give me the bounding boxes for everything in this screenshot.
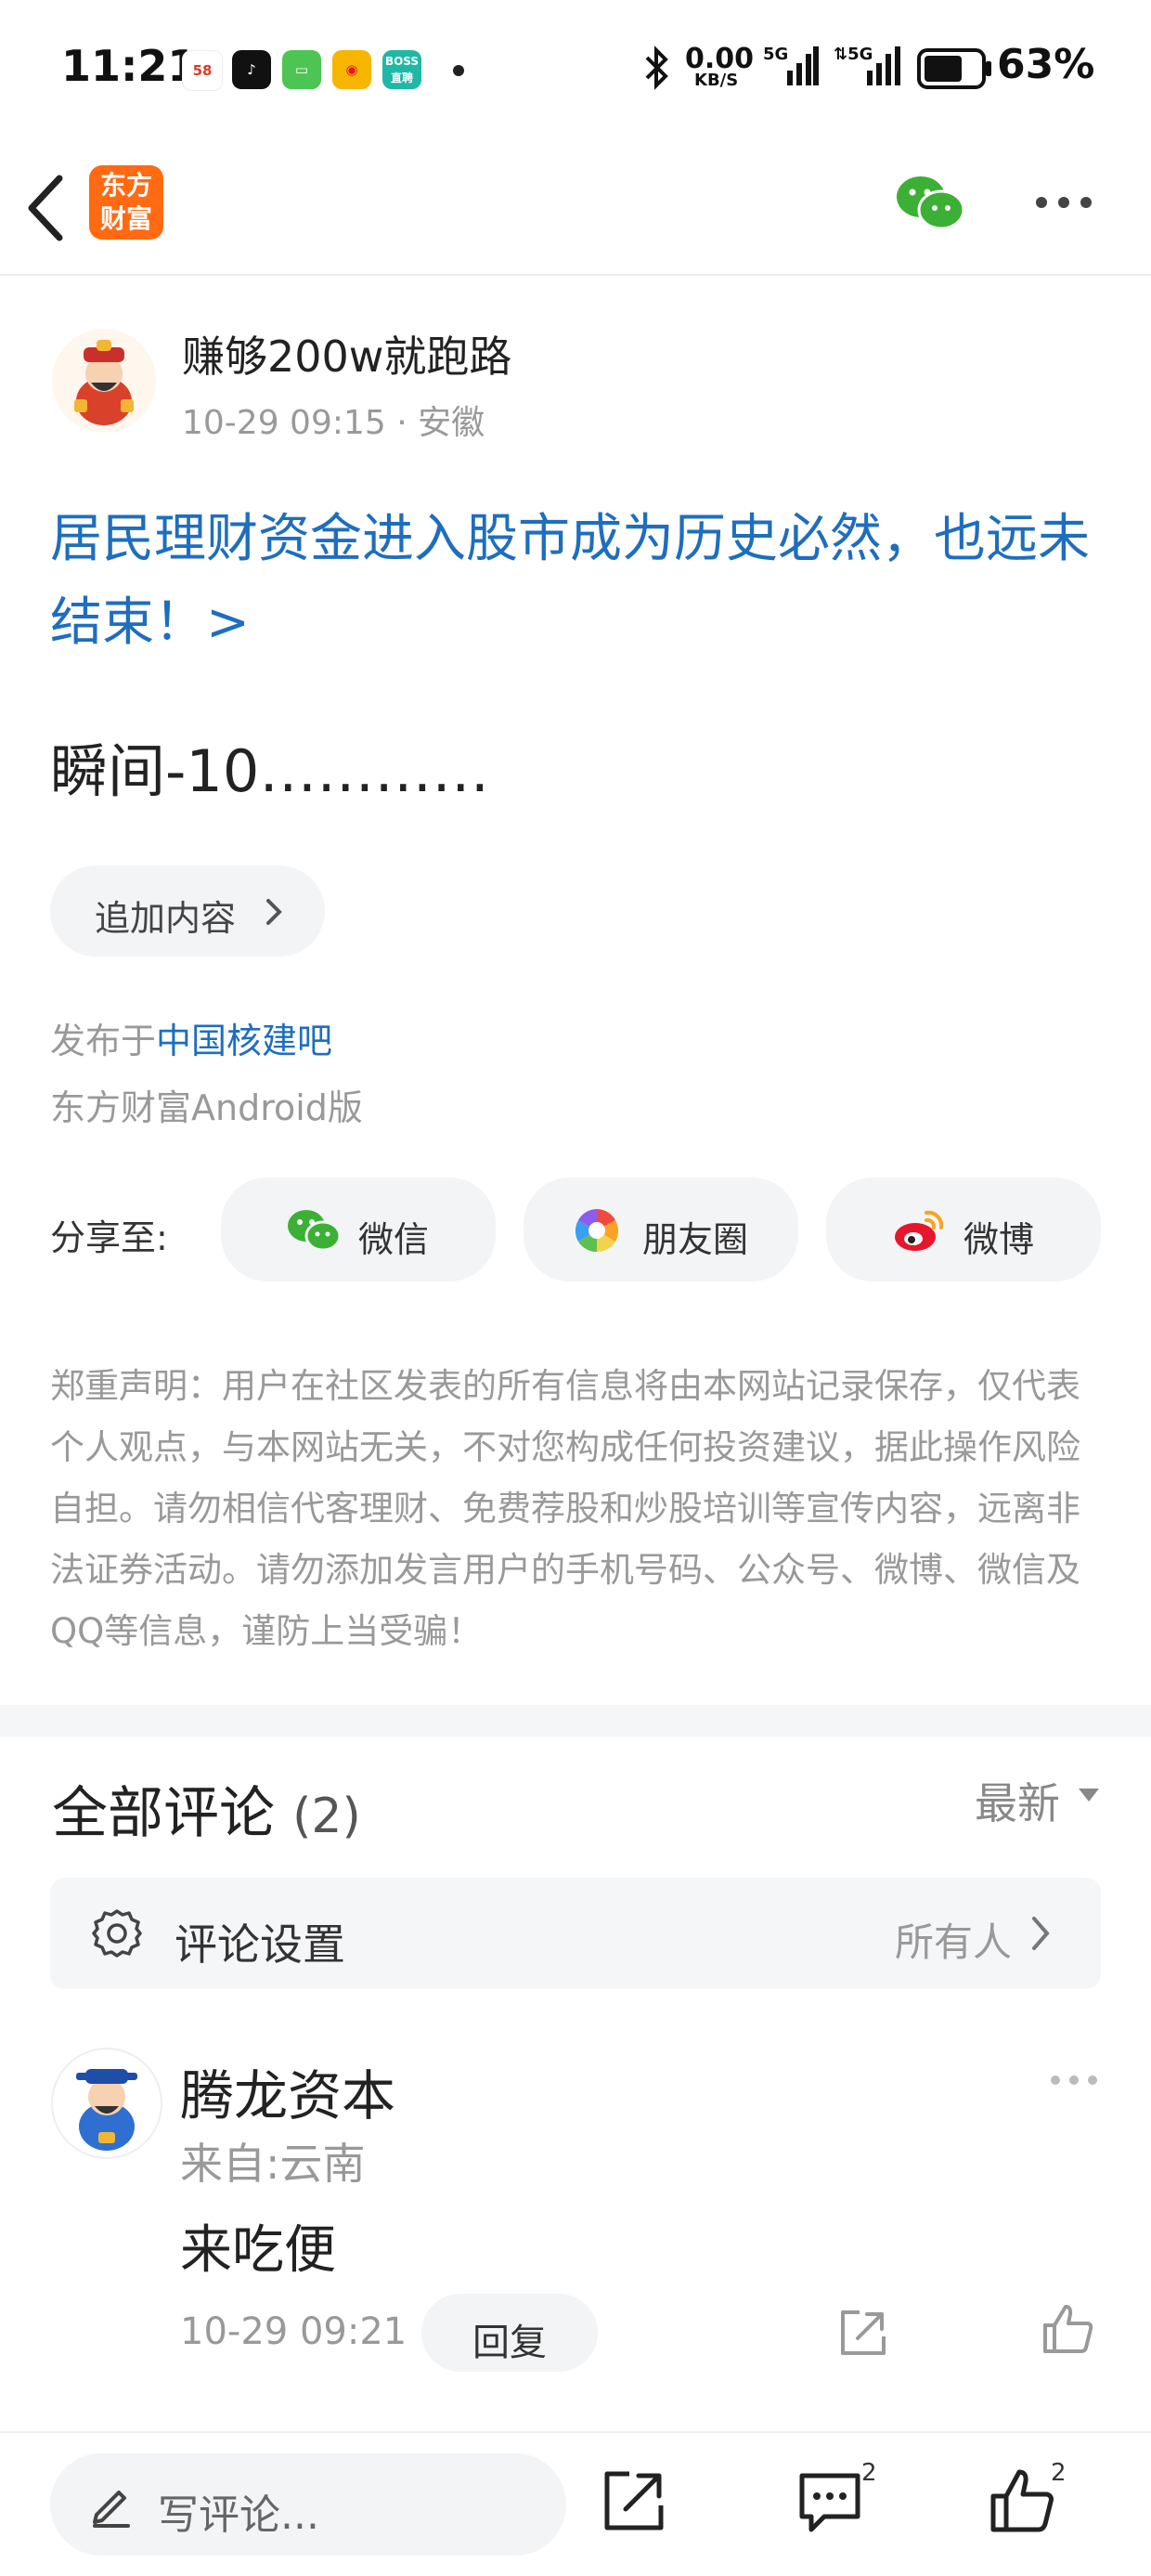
commenter-avatar[interactable] xyxy=(50,2047,163,2160)
messages-icon: ▭ xyxy=(282,50,321,89)
share-weibo-button[interactable]: 微博 xyxy=(826,1177,1101,1281)
signal-5g-2-icon: ⇅5G xyxy=(834,45,900,85)
logo-line-2: 财富 xyxy=(99,203,152,234)
douyin-icon: ♪ xyxy=(232,50,271,89)
comments-header: 全部评论 (2) xyxy=(52,1768,361,1849)
svg-text:5G: 5G xyxy=(763,45,788,64)
comment-share-icon[interactable] xyxy=(837,2307,889,2359)
network-unit: KB/S xyxy=(694,71,739,90)
append-content-label: 追加内容 xyxy=(95,898,237,939)
comment-count-badge: 2 xyxy=(861,2459,877,2487)
wechat-icon xyxy=(288,1210,342,1252)
weibo-app-icon: ◉ xyxy=(332,50,371,89)
status-bar: 11:21 58 ♪ ▭ ◉ BOSS 直聘 0.00 KB/S 5G ⇅5G 6… xyxy=(0,0,1151,139)
boss-app-icon: BOSS 直聘 xyxy=(382,50,421,89)
write-comment-input[interactable]: 写评论... xyxy=(50,2453,566,2556)
share-moments-label: 朋友圈 xyxy=(642,1219,749,1260)
sort-label: 最新 xyxy=(975,1778,1060,1828)
comments-count: (2) xyxy=(292,1789,361,1844)
comment-text: 来吃便 xyxy=(180,2220,336,2281)
weibo-icon xyxy=(895,1210,944,1251)
more-options-icon[interactable] xyxy=(1034,191,1093,214)
comment-icon[interactable] xyxy=(796,2470,863,2535)
bottom-action-bar: 写评论... 2 2 xyxy=(0,2431,1151,2576)
more-notifications-dot xyxy=(453,65,464,76)
reply-button[interactable]: 回复 xyxy=(421,2294,598,2372)
comment-more-icon[interactable] xyxy=(1049,2071,1099,2089)
disclaimer: 郑重声明：用户在社区发表的所有信息将由本网站记录保存，仅代表个人观点，与本网站无… xyxy=(50,1366,1080,1651)
gear-icon xyxy=(92,1909,142,1958)
chevron-right-icon xyxy=(1032,1917,1050,1950)
eastmoney-logo[interactable]: 东方 财富 xyxy=(89,165,163,240)
post-meta: 10-29 09:15 · 安徽 xyxy=(182,404,485,442)
author-name[interactable]: 赚够200w就跑路 xyxy=(182,323,511,384)
svg-text:⇅5G: ⇅5G xyxy=(834,45,873,64)
comments-title: 全部评论 xyxy=(52,1781,275,1846)
pencil-icon xyxy=(93,2491,130,2528)
moments-icon xyxy=(575,1209,619,1253)
sort-caret-icon[interactable] xyxy=(1077,1787,1101,1803)
published-in: 发布于中国核建吧 xyxy=(50,1012,332,1063)
published-prefix: 发布于 xyxy=(50,1021,157,1061)
section-divider xyxy=(0,1705,1151,1737)
share-icon[interactable] xyxy=(601,2468,666,2533)
comment-time: 10-29 09:21 xyxy=(180,2310,407,2353)
author-avatar[interactable] xyxy=(50,327,158,435)
post-body: 瞬间-10………… xyxy=(50,737,490,805)
wechat-share-icon[interactable] xyxy=(895,173,965,234)
comment-settings-value: 所有人 xyxy=(894,1919,1012,1965)
reply-label: 回复 xyxy=(472,2322,547,2364)
commenter-location: 来自:云南 xyxy=(180,2139,366,2189)
top-navbar: 东方 财富 xyxy=(0,139,1151,276)
board-link[interactable]: 中国核建吧 xyxy=(156,1021,332,1061)
share-wechat-label: 微信 xyxy=(358,1219,430,1260)
back-icon[interactable] xyxy=(24,171,71,245)
battery-percent: 63% xyxy=(997,41,1095,88)
comment-settings-row[interactable]: 评论设置 所有人 xyxy=(50,1878,1101,1989)
comment-like-icon[interactable] xyxy=(1040,2301,1095,2357)
like-count-badge: 2 xyxy=(1051,2459,1067,2487)
app-58-icon: 58 xyxy=(182,50,223,91)
commenter-name[interactable]: 腾龙资本 xyxy=(180,2052,395,2130)
logo-line-1: 东方 xyxy=(99,170,152,201)
comment-settings-label: 评论设置 xyxy=(175,1919,345,1970)
signal-5g-icon: 5G xyxy=(763,45,819,85)
chevron-right-icon xyxy=(266,899,282,925)
share-label: 分享至: xyxy=(50,1217,168,1258)
share-weibo-label: 微博 xyxy=(963,1219,1035,1260)
write-comment-placeholder: 写评论... xyxy=(158,2491,319,2539)
post-headline-link[interactable]: 居民理财资金进入股市成为历史必然，也远未结束！> xyxy=(50,498,1108,665)
append-content-button[interactable]: 追加内容 xyxy=(50,865,325,956)
share-moments-button[interactable]: 朋友圈 xyxy=(524,1177,798,1281)
sort-dropdown[interactable]: 最新 xyxy=(975,1770,1060,1831)
like-icon[interactable] xyxy=(988,2466,1056,2535)
share-wechat-button[interactable]: 微信 xyxy=(221,1177,496,1281)
post-client: 东方财富Android版 xyxy=(50,1087,363,1128)
bluetooth-icon xyxy=(645,46,668,90)
battery-icon xyxy=(917,48,991,89)
status-time: 11:21 xyxy=(61,41,198,91)
